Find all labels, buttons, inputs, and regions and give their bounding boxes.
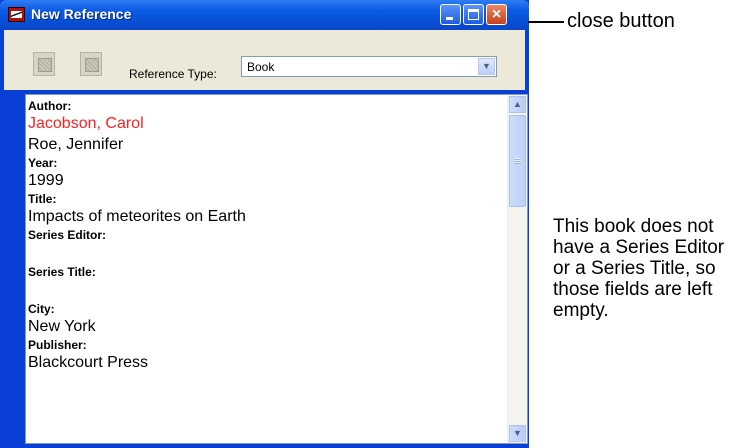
toolbar: Reference Type: Book ▼ bbox=[4, 30, 525, 90]
callout-line bbox=[528, 21, 564, 23]
grip-icon bbox=[514, 158, 521, 164]
app-icon bbox=[8, 7, 25, 22]
field-value-city[interactable]: New York bbox=[28, 317, 506, 338]
field-value-author-2[interactable]: Roe, Jennifer bbox=[28, 135, 506, 156]
field-value-series-editor[interactable] bbox=[28, 243, 506, 265]
chevron-down-icon[interactable]: ▼ bbox=[478, 58, 495, 75]
toolbar-button-1[interactable] bbox=[33, 52, 55, 76]
field-label-author: Author: bbox=[28, 99, 72, 113]
field-value-author-1[interactable]: Jacobson, Carol bbox=[28, 114, 506, 135]
field-value-publisher[interactable]: Blackcourt Press bbox=[28, 353, 506, 374]
empty-fields-note: This book does not have a Series Editor … bbox=[553, 216, 725, 321]
close-button[interactable]: × bbox=[486, 4, 507, 25]
maximize-button[interactable] bbox=[463, 4, 484, 25]
field-value-series-title[interactable] bbox=[28, 280, 506, 302]
reference-type-value: Book bbox=[247, 60, 275, 74]
scroll-thumb[interactable] bbox=[509, 115, 526, 207]
title-bar[interactable]: New Reference × bbox=[0, 0, 529, 30]
field-label-title: Title: bbox=[28, 192, 57, 206]
scroll-down-button[interactable]: ▼ bbox=[509, 425, 526, 442]
field-value-title[interactable]: Impacts of meteorites on Earth bbox=[28, 207, 506, 228]
reference-type-label: Reference Type: bbox=[129, 67, 217, 81]
scroll-up-button[interactable]: ▲ bbox=[509, 96, 526, 113]
minimize-button[interactable] bbox=[440, 4, 461, 25]
field-value-year[interactable]: 1999 bbox=[28, 171, 506, 192]
field-label-series-editor: Series Editor: bbox=[28, 228, 107, 242]
new-reference-window: New Reference × Reference Type: Book ▼ A… bbox=[0, 0, 529, 448]
vertical-scrollbar[interactable]: ▲ ▼ bbox=[507, 95, 527, 443]
fields-list: Author: Jacobson, Carol Roe, Jennifer Ye… bbox=[28, 99, 506, 374]
field-label-city: City: bbox=[28, 302, 55, 316]
maximize-icon bbox=[468, 9, 479, 20]
close-button-callout: close button bbox=[567, 10, 675, 32]
minimize-icon bbox=[446, 17, 453, 20]
close-icon: × bbox=[491, 6, 502, 23]
reference-fields-panel: Author: Jacobson, Carol Roe, Jennifer Ye… bbox=[25, 94, 528, 444]
toolbar-button-2[interactable] bbox=[80, 52, 102, 76]
field-label-publisher: Publisher: bbox=[28, 338, 87, 352]
field-label-series-title: Series Title: bbox=[28, 265, 96, 279]
field-label-year: Year: bbox=[28, 156, 58, 170]
window-title: New Reference bbox=[31, 6, 132, 22]
reference-type-select[interactable]: Book ▼ bbox=[241, 56, 497, 77]
